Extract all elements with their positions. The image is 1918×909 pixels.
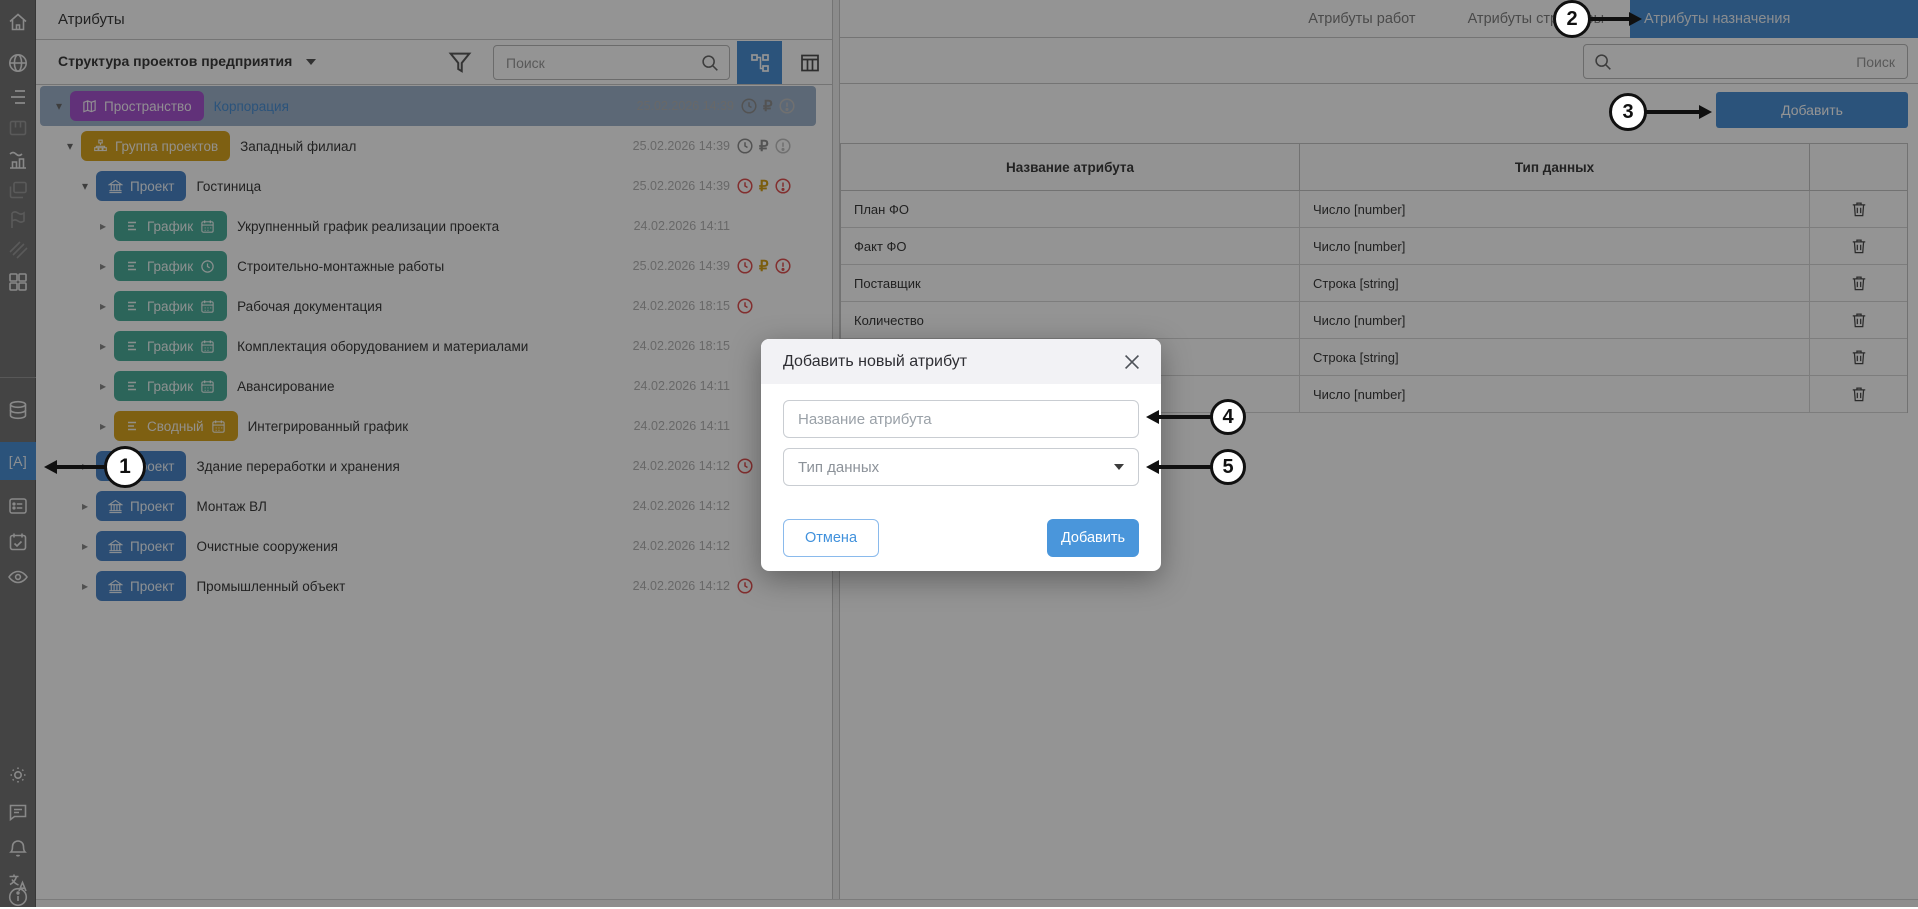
chevron-down-icon [1114,464,1124,470]
close-icon[interactable] [1121,351,1143,373]
callout-2: 2 [1553,0,1591,38]
callout-5-line [1157,465,1212,469]
callout-4-line [1157,415,1212,419]
callout-5: 5 [1210,449,1246,485]
modal-title: Добавить новый атрибут [783,353,1121,371]
callout-1-line [55,465,105,469]
submit-button[interactable]: Добавить [1047,519,1139,557]
modal-header: Добавить новый атрибут [761,339,1161,384]
data-type-select-value: Тип данных [798,459,879,476]
cancel-button[interactable]: Отмена [783,519,879,557]
add-attribute-modal: Добавить новый атрибут Тип данных Отмена… [761,339,1161,571]
callout-3-arrowhead [1699,105,1712,119]
callout-3: 3 [1609,93,1647,131]
callout-4: 4 [1210,399,1246,435]
data-type-select[interactable]: Тип данных [783,448,1139,486]
callout-2-arrowhead [1629,12,1642,26]
callout-3-line [1645,110,1700,114]
callout-1: 1 [104,446,146,488]
attribute-name-input[interactable] [783,400,1139,438]
callout-2-line [1589,17,1631,21]
